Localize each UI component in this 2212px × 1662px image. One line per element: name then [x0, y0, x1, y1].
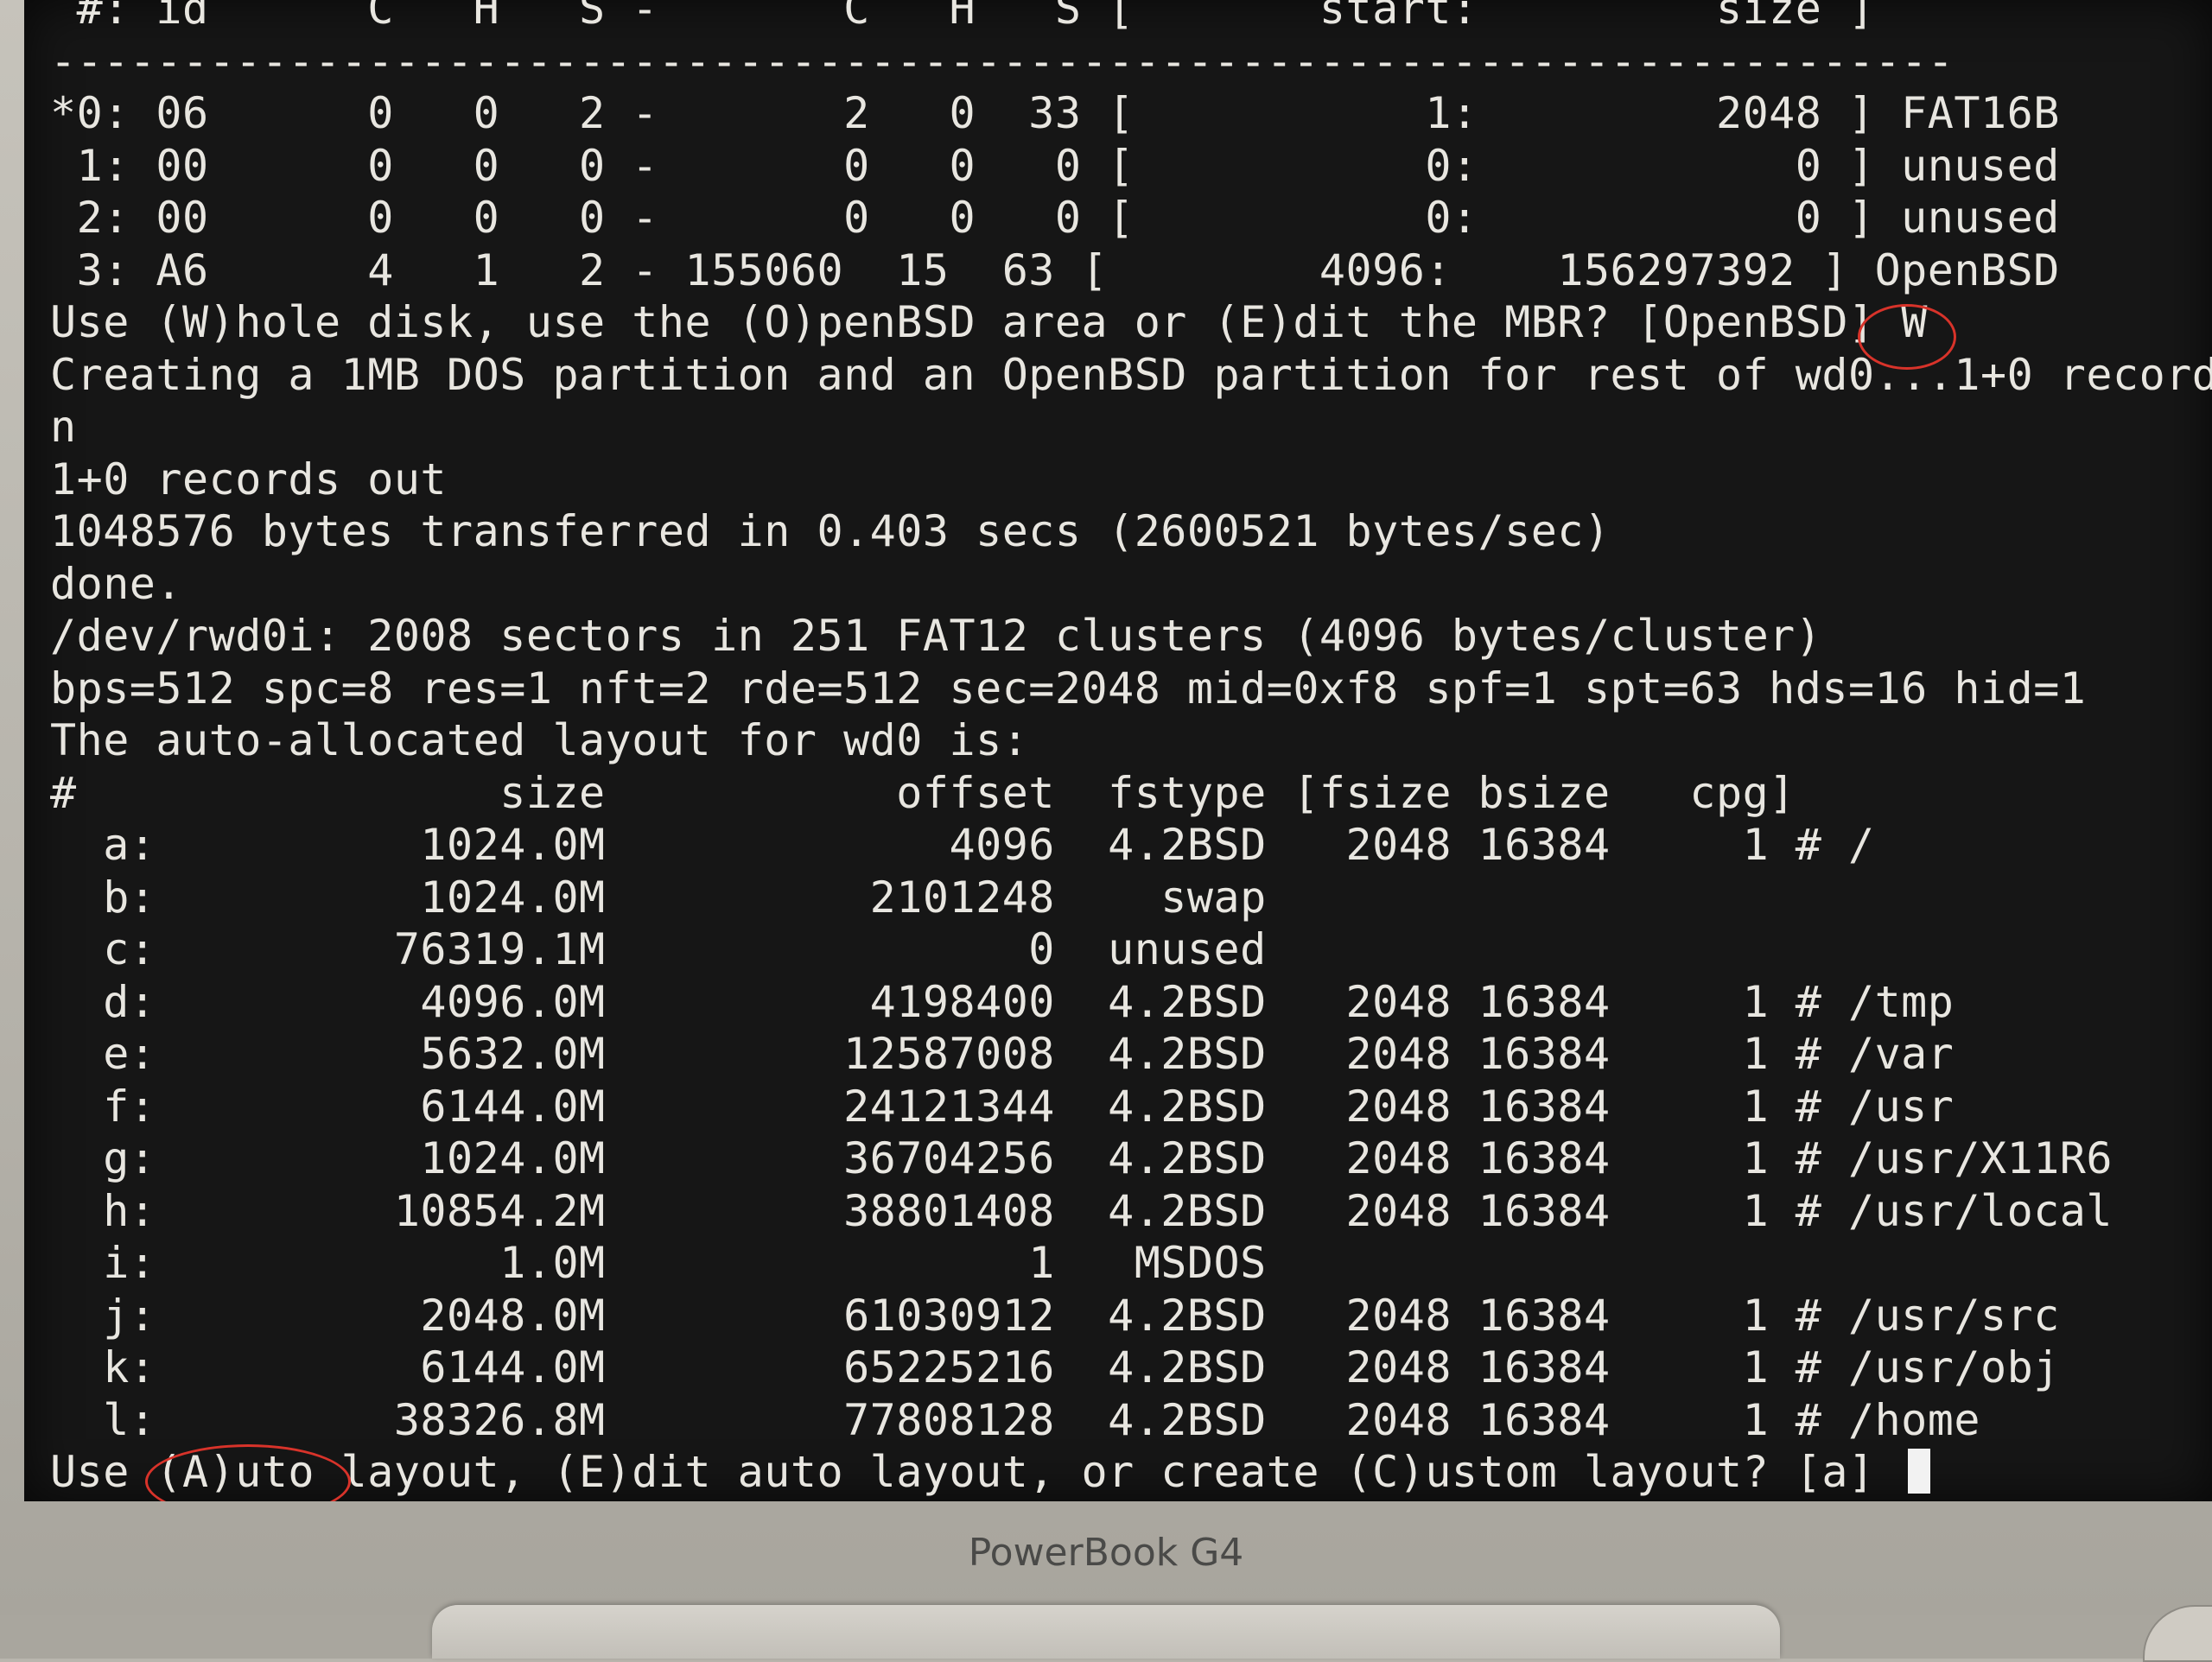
output-line: /dev/rwd0i: 2008 sectors in 251 FAT12 cl…: [50, 611, 1822, 661]
output-line: 1048576 bytes transferred in 0.403 secs …: [50, 506, 1611, 556]
layout-row: h: 10854.2M 38801408 4.2BSD 2048 16384 1…: [50, 1185, 2113, 1236]
layout-prompt[interactable]: Use (A)uto layout, (E)dit auto layout, o…: [50, 1446, 2212, 1499]
hinge-left: [0, 1615, 432, 1659]
layout-row: d: 4096.0M 4198400 4.2BSD 2048 16384 1 #…: [50, 976, 1955, 1027]
mbr-row: 1: 00 0 0 0 - 0 0 0 [ 0: 0 ] unused: [50, 140, 2060, 191]
terminal-screen: #: id C H S - C H S [ start: size ] ----…: [24, 0, 2212, 1501]
output-line: n: [50, 402, 77, 452]
terminal-output: #: id C H S - C H S [ start: size ] ----…: [50, 0, 2212, 1499]
layout-row: j: 2048.0M 61030912 4.2BSD 2048 16384 1 …: [50, 1290, 2060, 1341]
output-line: 1+0 records out: [50, 454, 448, 504]
output-line: bps=512 spc=8 res=1 nft=2 rde=512 sec=20…: [50, 663, 2087, 714]
layout-header: # size offset fstype [fsize bsize cpg]: [50, 767, 1796, 818]
layout-row: a: 1024.0M 4096 4.2BSD 2048 16384 1 # /: [50, 820, 1875, 870]
mbr-row: 2: 00 0 0 0 - 0 0 0 [ 0: 0 ] unused: [50, 193, 2060, 243]
mbr-row: *0: 06 0 0 2 - 2 0 33 [ 1: 2048 ] FAT16B: [50, 88, 2060, 138]
output-line: done.: [50, 558, 183, 609]
layout-row: f: 6144.0M 24121344 4.2BSD 2048 16384 1 …: [50, 1081, 1955, 1132]
text-cursor[interactable]: [1908, 1449, 1931, 1494]
layout-row: b: 1024.0M 2101248 swap: [50, 872, 1267, 923]
mbr-row: 3: A6 4 1 2 - 155060 15 63 [ 4096: 15629…: [50, 244, 2060, 295]
mbr-header: #: id C H S - C H S [ start: size ]: [50, 0, 1875, 34]
layout-row: k: 6144.0M 65225216 4.2BSD 2048 16384 1 …: [50, 1342, 2060, 1392]
layout-row: i: 1.0M 1 MSDOS: [50, 1238, 1267, 1288]
layout-row: g: 1024.0M 36704256 4.2BSD 2048 16384 1 …: [50, 1133, 2113, 1183]
brand-label: PowerBook G4: [968, 1531, 1244, 1575]
mbr-prompt-text: Use (W)hole disk, use the (O)penBSD area…: [50, 297, 1902, 347]
laptop-hinge: [432, 1605, 1780, 1659]
layout-row: c: 76319.1M 0 unused: [50, 924, 1267, 974]
output-line: The auto-allocated layout for wd0 is:: [50, 715, 1029, 765]
layout-row: e: 5632.0M 12587008 4.2BSD 2048 16384 1 …: [50, 1029, 1955, 1079]
annotation-circle-w: [1858, 304, 1956, 370]
mbr-rule: ----------------------------------------…: [50, 35, 1955, 86]
layout-row: l: 38326.8M 77808128 4.2BSD 2048 16384 1…: [50, 1394, 1980, 1445]
